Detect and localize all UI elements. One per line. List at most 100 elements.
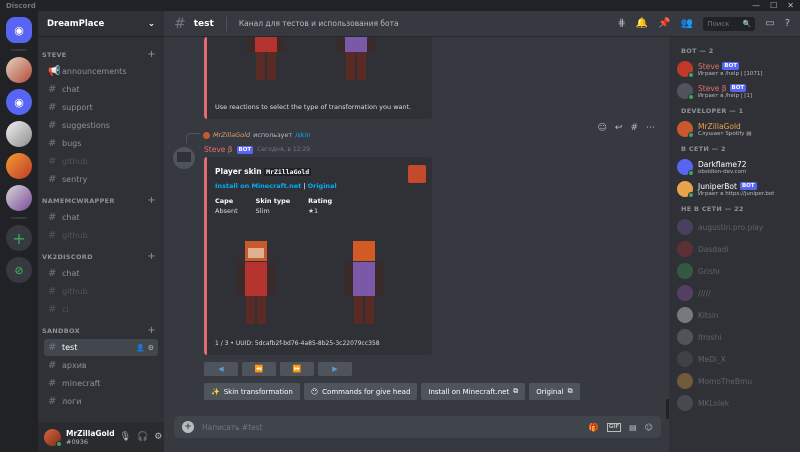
member-item[interactable]: Grishr	[677, 261, 792, 281]
member-item[interactable]: MrZillaGold Слушает Spotify ▤	[677, 119, 792, 139]
reply-icon[interactable]: ↩	[615, 123, 623, 133]
member-item[interactable]: Steve β BOT Играет в /help | [1]	[677, 81, 792, 101]
bell-icon[interactable]: 🔔	[636, 18, 648, 29]
commands-give-head-button[interactable]: 😶 Commands for give head	[303, 383, 418, 400]
members-icon[interactable]: 👥	[681, 18, 693, 29]
interaction-reference[interactable]: MrZillaGold использует /skin	[203, 131, 310, 139]
server-icon[interactable]	[6, 57, 32, 83]
member-name: Steve	[698, 61, 720, 71]
channel-item-ci[interactable]: # ci	[44, 301, 158, 318]
channel-category[interactable]: VK2DISCORD +	[38, 245, 164, 265]
member-item[interactable]: MomoTheBmu	[677, 371, 792, 391]
bot-badge: BOT	[729, 84, 747, 92]
guild-header[interactable]: DreamPlace ⌄	[38, 11, 164, 37]
avatar[interactable]	[44, 428, 62, 447]
member-name-row: Darkflame72	[698, 160, 747, 169]
channel-category[interactable]: NAMEMCWRAPPER +	[38, 189, 164, 209]
explore-servers-icon[interactable]: ⊘	[6, 257, 32, 283]
microphone-icon[interactable]: 🎙	[120, 432, 131, 442]
gear-icon[interactable]: ⚙	[148, 344, 154, 352]
sticker-icon[interactable]: ▤	[629, 423, 637, 432]
server-icon[interactable]: ◉	[6, 89, 32, 115]
member-item[interactable]: Itroshi	[677, 327, 792, 347]
member-name: Itroshi	[698, 332, 722, 342]
add-server-icon[interactable]: +	[6, 225, 32, 251]
headphones-icon[interactable]: 🎧	[137, 432, 148, 442]
skin-render-image[interactable]	[237, 229, 407, 329]
channel-item-test[interactable]: # test 👤 ⚙	[44, 339, 158, 356]
channel-item-chat[interactable]: # chat	[44, 81, 158, 98]
channel-item-announcements[interactable]: 📢 announcements	[44, 63, 158, 80]
inbox-icon[interactable]: ▭	[765, 18, 774, 29]
channel-item-архив[interactable]: # архив	[44, 357, 158, 374]
channel-item-github[interactable]: # github	[44, 153, 158, 170]
channel-category[interactable]: STEVE +	[38, 43, 164, 63]
channel-item-chat[interactable]: # chat	[44, 209, 158, 226]
embed-thumbnail[interactable]	[408, 165, 426, 183]
threads-icon[interactable]: ⋕	[617, 18, 625, 29]
member-item[interactable]: Dasdadi	[677, 239, 792, 259]
reply-command[interactable]: /skin	[295, 131, 310, 139]
skin-model	[247, 37, 285, 80]
server-icon[interactable]	[6, 185, 32, 211]
channel-label: sentry	[62, 175, 88, 184]
close-icon[interactable]: ✕	[787, 1, 794, 10]
add-reaction-icon[interactable]: ☺	[598, 123, 607, 133]
attach-plus-icon[interactable]: +	[182, 421, 194, 433]
avatar[interactable]	[173, 147, 195, 169]
next-button[interactable]: ▶	[318, 362, 352, 376]
member-item[interactable]: JuniperBot BOT Играет в https://juniper.bo…	[677, 179, 792, 199]
rewind-button[interactable]: ⏪	[242, 362, 276, 376]
gift-icon[interactable]: 🎁	[589, 423, 599, 432]
help-icon[interactable]: ?	[785, 18, 790, 29]
more-icon[interactable]: ⋯	[646, 123, 655, 133]
message-author[interactable]: Steve β	[204, 145, 233, 154]
channel-item-support[interactable]: # support	[44, 99, 158, 116]
channel-topic: Канал для тестов и использования бота	[238, 19, 399, 28]
skin-transformation-button[interactable]: ✨ Skin transformation	[204, 383, 300, 400]
previous-button[interactable]: ◀	[204, 362, 238, 376]
channel-item-github[interactable]: # github	[44, 227, 158, 244]
member-item[interactable]: Kitsin	[677, 305, 792, 325]
forward-icon[interactable]: #	[630, 123, 638, 133]
pin-icon[interactable]: 📌	[658, 18, 670, 29]
member-item[interactable]: /////	[677, 283, 792, 303]
add-channel-icon[interactable]: +	[147, 195, 156, 206]
gif-icon[interactable]: GIF	[606, 422, 622, 432]
original-button[interactable]: Original ⧉	[529, 383, 580, 400]
fast-forward-button[interactable]: ⏩	[280, 362, 314, 376]
server-icon[interactable]	[6, 153, 32, 179]
member-item[interactable]: MeDi_X	[677, 349, 792, 369]
gear-icon[interactable]: ⚙	[154, 432, 162, 442]
emoji-icon[interactable]: ☺	[645, 423, 653, 432]
search-input[interactable]: Поиск 🔍	[703, 16, 756, 31]
install-link[interactable]: Install on Minecraft.net	[215, 182, 301, 190]
minimize-icon[interactable]: —	[752, 1, 760, 10]
member-item[interactable]: augustin.pro.play	[677, 217, 792, 237]
channel-item-chat[interactable]: # chat	[44, 265, 158, 282]
status-online-icon	[688, 132, 694, 138]
chevron-down-icon: ⌄	[147, 18, 155, 29]
server-icon[interactable]	[6, 121, 32, 147]
install-minecraft-button[interactable]: Install on Minecraft.net ⧉	[421, 383, 526, 400]
member-item[interactable]: Steve BOT Играет в /help | [1071]	[677, 59, 792, 79]
add-channel-icon[interactable]: +	[147, 325, 156, 336]
add-channel-icon[interactable]: +	[147, 49, 156, 60]
channel-item-логи[interactable]: # логи	[44, 393, 158, 410]
home-discord-icon[interactable]: ◉	[6, 17, 32, 43]
original-link[interactable]: Original	[308, 182, 337, 190]
invite-icon[interactable]: 👤	[136, 344, 145, 352]
channel-item-minecraft[interactable]: # minecraft	[44, 375, 158, 392]
channel-item-bugs[interactable]: # bugs	[44, 135, 158, 152]
member-info: Grishr	[698, 267, 721, 276]
member-item[interactable]: Darkflame72 obsidion-dev.com	[677, 157, 792, 177]
add-channel-icon[interactable]: +	[147, 251, 156, 262]
channel-item-github[interactable]: # github	[44, 283, 158, 300]
channel-item-sentry[interactable]: # sentry	[44, 171, 158, 188]
hash-icon: #	[48, 120, 57, 131]
member-item[interactable]: MKLolek	[677, 393, 792, 413]
message-input[interactable]	[202, 422, 581, 432]
maximize-icon[interactable]: ☐	[770, 1, 777, 10]
channel-item-suggestions[interactable]: # suggestions	[44, 117, 158, 134]
channel-category[interactable]: SANDBOX +	[38, 319, 164, 339]
